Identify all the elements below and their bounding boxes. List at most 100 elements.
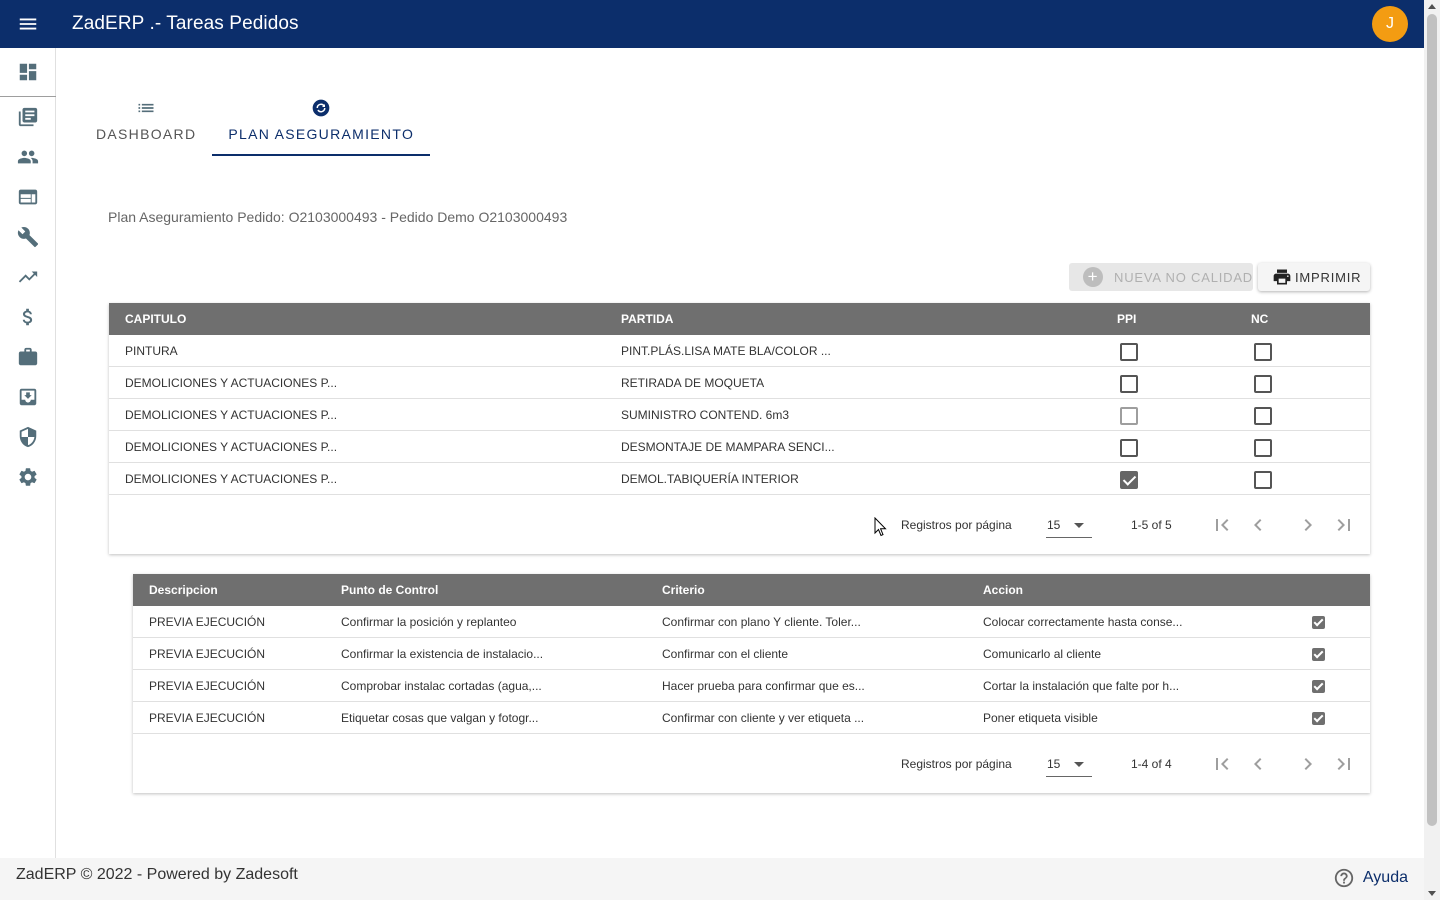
table-row[interactable]: DEMOLICIONES Y ACTUACIONES P... DEMOL.TA… — [109, 463, 1370, 495]
table-row[interactable]: PREVIA EJECUCIÓN Comprobar instalac cort… — [133, 670, 1370, 702]
table-paginator: Registros por página 15 1-4 of 4 — [133, 735, 1370, 793]
next-page-button[interactable] — [1296, 513, 1320, 537]
table-row[interactable]: PINTURA PINT.PLÁS.LISA MATE BLA/COLOR ..… — [109, 335, 1370, 367]
control-points-table: Descripcion Punto de Control Criterio Ac… — [133, 574, 1370, 793]
header-punto-control: Punto de Control — [341, 583, 439, 597]
ppi-checkbox[interactable] — [1120, 471, 1138, 489]
next-page-button[interactable] — [1296, 752, 1320, 776]
dropdown-caret-icon — [1074, 523, 1084, 528]
row-checkbox[interactable] — [1312, 680, 1325, 693]
cell-punto-control: Confirmar la existencia de instalacio... — [341, 647, 544, 661]
cell-capitulo: PINTURA — [125, 344, 178, 358]
row-checkbox[interactable] — [1312, 712, 1325, 725]
cell-descripcion: PREVIA EJECUCIÓN — [149, 679, 266, 693]
help-link[interactable]: Ayuda — [1333, 867, 1408, 889]
scroll-down-arrow-icon[interactable] — [1428, 891, 1436, 896]
briefcase-icon — [18, 347, 38, 366]
first-page-button[interactable] — [1210, 752, 1234, 776]
table-row[interactable]: PREVIA EJECUCIÓN Confirmar la posición y… — [133, 606, 1370, 638]
table-row[interactable]: PREVIA EJECUCIÓN Etiquetar cosas que val… — [133, 702, 1370, 734]
prev-page-button[interactable] — [1246, 752, 1270, 776]
page-subtitle: Plan Aseguramiento Pedido: O2103000493 -… — [108, 209, 568, 225]
dropdown-caret-icon — [1074, 762, 1084, 767]
refresh-circle-icon — [312, 99, 330, 117]
first-page-button[interactable] — [1210, 513, 1234, 537]
sidebar-item-work[interactable] — [0, 337, 56, 377]
table-header: Descripcion Punto de Control Criterio Ac… — [133, 574, 1370, 606]
header-nc: NC — [1251, 312, 1269, 326]
cell-criterio: Hacer prueba para confirmar que es... — [662, 679, 865, 693]
ppi-checkbox[interactable] — [1120, 407, 1138, 425]
table-row[interactable]: DEMOLICIONES Y ACTUACIONES P... RETIRADA… — [109, 367, 1370, 399]
security-shield-icon — [19, 426, 37, 448]
cell-criterio: Confirmar con plano Y cliente. Toler... — [662, 615, 861, 629]
cell-partida: SUMINISTRO CONTEND. 6m3 — [621, 408, 790, 422]
wrench-icon — [17, 227, 39, 248]
last-page-button[interactable] — [1332, 752, 1356, 776]
cell-accion: Colocar correctamente hasta conse... — [983, 615, 1183, 629]
sidebar-item-settings[interactable] — [0, 457, 56, 497]
header-descripcion: Descripcion — [149, 583, 218, 597]
table-row[interactable]: PREVIA EJECUCIÓN Confirmar la existencia… — [133, 638, 1370, 670]
chevron-left-icon — [1254, 758, 1262, 770]
sidebar-item-library[interactable] — [0, 97, 56, 137]
tab-plan-aseguramiento-label: PLAN ASEGURAMIENTO — [228, 126, 415, 142]
user-avatar[interactable]: J — [1372, 6, 1408, 42]
list-icon — [138, 103, 154, 113]
cell-partida: RETIRADA DE MOQUETA — [621, 376, 765, 390]
rows-per-page-select[interactable]: 15 — [1046, 751, 1092, 777]
sidebar-item-dashboard[interactable] — [0, 48, 56, 97]
ppi-checkbox[interactable] — [1120, 439, 1138, 457]
nc-checkbox[interactable] — [1254, 375, 1272, 393]
sidebar-item-trending[interactable] — [0, 257, 56, 297]
ppi-checkbox[interactable] — [1120, 375, 1138, 393]
scroll-up-arrow-icon[interactable] — [1428, 4, 1436, 9]
sidebar-item-people[interactable] — [0, 137, 56, 177]
nc-checkbox[interactable] — [1254, 343, 1272, 361]
sidebar-item-security[interactable] — [0, 417, 56, 457]
mouse-cursor-icon — [874, 517, 887, 537]
printer-icon — [1273, 269, 1291, 285]
menu-button[interactable] — [0, 0, 56, 48]
header-partida: PARTIDA — [621, 312, 674, 326]
tab-plan-aseguramiento[interactable]: PLAN ASEGURAMIENTO — [212, 96, 430, 156]
nc-checkbox[interactable] — [1254, 407, 1272, 425]
last-page-icon — [1337, 758, 1350, 770]
cell-punto-control: Etiquetar cosas que valgan y fotogr... — [341, 711, 539, 725]
partidas-table: CAPITULO PARTIDA PPI NC PINTURA PINT.PLÁ… — [109, 303, 1370, 554]
row-checkbox[interactable] — [1312, 616, 1325, 629]
new-no-calidad-button[interactable]: + NUEVA NO CALIDAD — [1069, 263, 1253, 291]
sidebar-item-tools[interactable] — [0, 217, 56, 257]
table-row[interactable]: DEMOLICIONES Y ACTUACIONES P... SUMINIST… — [109, 399, 1370, 431]
table-header: CAPITULO PARTIDA PPI NC — [109, 303, 1370, 335]
header-criterio: Criterio — [662, 583, 705, 597]
rows-per-page-label: Registros por página — [901, 518, 1012, 532]
sidebar-item-archive[interactable] — [0, 377, 56, 417]
cell-descripcion: PREVIA EJECUCIÓN — [149, 711, 266, 725]
sidebar-item-web[interactable] — [0, 177, 56, 217]
trending-up-icon — [18, 271, 38, 283]
last-page-button[interactable] — [1332, 513, 1356, 537]
header-accion: Accion — [983, 583, 1024, 597]
page-scrollbar[interactable] — [1424, 0, 1440, 900]
sidebar-item-finance[interactable] — [0, 297, 56, 337]
app-bar: ZadERP .- Tareas Pedidos J — [0, 0, 1424, 48]
nc-checkbox[interactable] — [1254, 439, 1272, 457]
table-paginator: Registros por página 15 1-5 of 5 — [109, 496, 1370, 554]
tab-dashboard[interactable]: DASHBOARD — [80, 96, 212, 156]
hamburger-menu-icon — [19, 18, 37, 30]
prev-page-button[interactable] — [1246, 513, 1270, 537]
scroll-thumb[interactable] — [1427, 14, 1437, 826]
print-button[interactable]: IMPRIMIR — [1258, 263, 1370, 291]
chevron-right-icon — [1304, 519, 1312, 531]
rows-per-page-select[interactable]: 15 — [1046, 512, 1092, 538]
table-row[interactable]: DEMOLICIONES Y ACTUACIONES P... DESMONTA… — [109, 431, 1370, 463]
help-label: Ayuda — [1362, 869, 1408, 886]
nc-checkbox[interactable] — [1254, 471, 1272, 489]
row-checkbox[interactable] — [1312, 648, 1325, 661]
rows-per-page-label: Registros por página — [901, 757, 1012, 771]
dollar-icon — [22, 308, 33, 326]
ppi-checkbox[interactable] — [1120, 343, 1138, 361]
settings-gear-icon — [19, 468, 37, 486]
rows-per-page-value: 15 — [1047, 518, 1061, 532]
